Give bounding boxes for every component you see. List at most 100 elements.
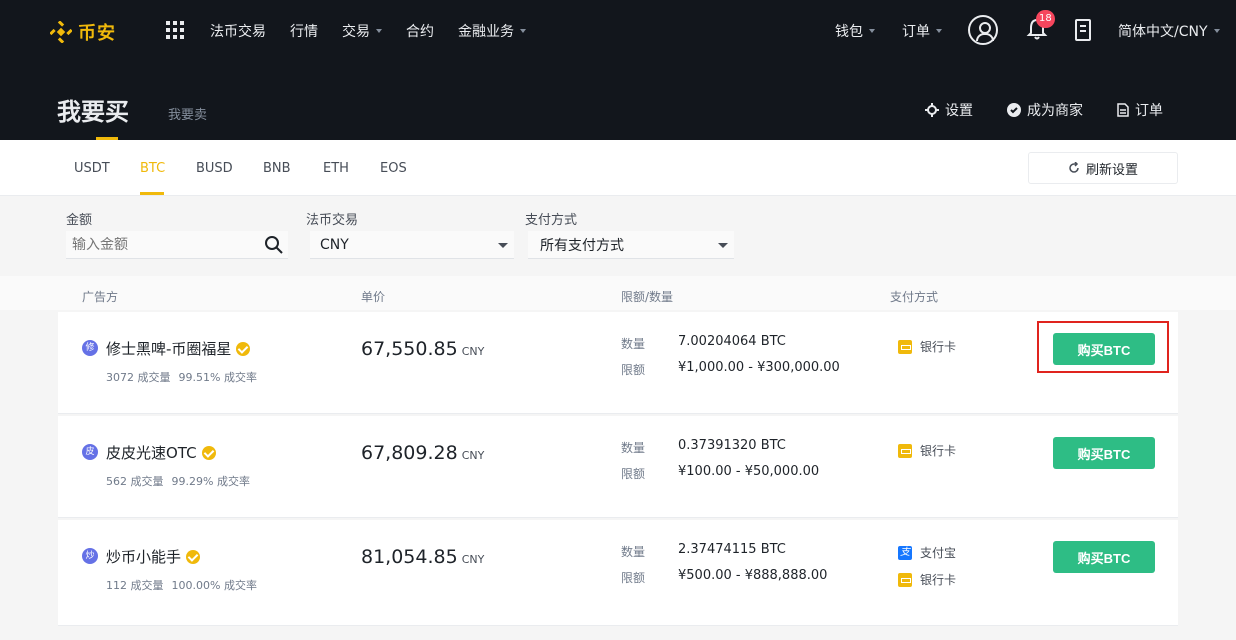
tab-buy[interactable]: 我要买: [57, 92, 129, 127]
binance-logo-icon: [50, 21, 72, 43]
tab-usdt[interactable]: USDT: [74, 161, 110, 176]
avatar: 皮: [82, 444, 98, 460]
amount-label: 金额: [66, 213, 93, 228]
binance-logo[interactable]: 币安: [50, 19, 116, 45]
main-nav: 法币交易 行情 交易 合约 金融业务: [210, 0, 550, 62]
quantity-value: 0.37391320 BTC: [678, 438, 786, 453]
amount-field[interactable]: [66, 231, 288, 259]
quantity-label: 数量: [621, 337, 646, 351]
nav-item-markets[interactable]: 行情: [290, 21, 318, 41]
hero-actions: 设置 成为商家 订单: [891, 100, 1163, 120]
refresh-icon: [1069, 162, 1079, 173]
gear-icon: [925, 103, 939, 117]
buy-btc-button[interactable]: 购买BTC: [1053, 541, 1155, 573]
nav-item-label: 法币交易: [210, 24, 266, 40]
tab-bnb[interactable]: BNB: [263, 161, 291, 176]
tab-sell[interactable]: 我要卖: [168, 104, 207, 123]
wallet-label: 钱包: [835, 24, 863, 40]
payment-method: 银行卡: [898, 338, 956, 355]
completion-rate: 99.29% 成交率: [171, 475, 250, 488]
payment-method: 银行卡: [898, 571, 956, 588]
tab-busd[interactable]: BUSD: [196, 161, 233, 176]
tab-eos[interactable]: EOS: [380, 161, 407, 176]
nav-item-futures[interactable]: 合约: [406, 21, 434, 41]
nav-item-finance[interactable]: 金融业务: [458, 21, 526, 41]
become-merchant-label: 成为商家: [1027, 103, 1083, 119]
table-row: 修 修士黑啤-币圈福星 3072 成交量 99.51% 成交率 67,550.85…: [58, 312, 1178, 414]
nav-item-label: 金融业务: [458, 24, 514, 40]
header-payment: 支付方式: [890, 290, 939, 304]
bank-card-icon: [898, 572, 912, 587]
header-limits: 限额/数量: [621, 290, 674, 304]
price-value: 67,809.28: [361, 442, 458, 464]
price-value: 67,550.85: [361, 338, 458, 360]
advertiser-stats: 3072 成交量 99.51% 成交率: [106, 369, 265, 385]
payment-method-label: 银行卡: [920, 573, 957, 587]
apps-grid-icon[interactable]: [166, 21, 184, 39]
refresh-settings-label: 刷新设置: [1085, 162, 1138, 178]
advertiser-name-text: 皮皮光速OTC: [106, 444, 197, 462]
advertiser-name[interactable]: 修士黑啤-币圈福星: [106, 338, 251, 359]
orders-menu[interactable]: 订单: [902, 21, 942, 41]
advertiser-name[interactable]: 皮皮光速OTC: [106, 442, 216, 463]
quantity-label: 数量: [621, 441, 646, 455]
advertiser-name[interactable]: 炒币小能手: [106, 546, 201, 567]
become-merchant-button[interactable]: 成为商家: [1007, 100, 1083, 120]
chevron-down-icon: [1213, 29, 1220, 33]
fiat-select[interactable]: CNY: [310, 231, 514, 259]
chevron-down-icon: [718, 243, 728, 248]
hero-orders-button[interactable]: 订单: [1117, 100, 1163, 120]
limit-value: ¥100.00 - ¥50,000.00: [678, 464, 820, 479]
quantity-value: 2.37474115 BTC: [678, 542, 786, 557]
buy-btc-button[interactable]: 购买BTC: [1053, 437, 1155, 469]
tab-btc[interactable]: BTC: [140, 161, 165, 176]
completion-rate: 100.00% 成交率: [171, 579, 257, 592]
payment-select[interactable]: 所有支付方式: [528, 231, 734, 259]
user-profile-icon[interactable]: [968, 15, 998, 45]
price-currency: CNY: [461, 449, 485, 462]
payment-method: 银行卡: [898, 442, 956, 459]
advertiser-name-text: 炒币小能手: [106, 548, 182, 566]
payment-method-label: 银行卡: [920, 340, 957, 354]
nav-item-fiat[interactable]: 法币交易: [210, 21, 266, 41]
refresh-settings-button[interactable]: 刷新设置: [1028, 152, 1178, 184]
limit-label: 限额: [621, 571, 646, 585]
tab-eth[interactable]: ETH: [323, 161, 349, 176]
language-currency-selector[interactable]: 简体中文/CNY: [1118, 21, 1220, 41]
active-tab-underline: [140, 192, 164, 195]
unit-price: 67,550.85 CNY: [361, 338, 484, 360]
highlight-annotation: [1037, 321, 1169, 373]
price-value: 81,054.85: [361, 546, 458, 568]
logo-text: 币安: [78, 23, 116, 44]
table-row: 炒 炒币小能手 112 成交量 100.00% 成交率 81,054.85 CNY …: [58, 520, 1178, 626]
nav-item-label: 合约: [406, 24, 434, 40]
alipay-icon: 支: [898, 545, 912, 560]
verified-icon: [1007, 103, 1021, 117]
bank-card-icon: [898, 443, 912, 458]
language-label: 简体中文/CNY: [1118, 24, 1208, 40]
top-navbar: 币安 法币交易 行情 交易 合约 金融业务 钱包 订单 18 简体中文/CNY: [0, 0, 1236, 62]
fiat-select-value: CNY: [320, 236, 349, 253]
avatar: 修: [82, 340, 98, 356]
limit-label: 限额: [621, 467, 646, 481]
nav-item-label: 行情: [290, 24, 318, 40]
nav-item-label: 交易: [342, 24, 370, 40]
wallet-menu[interactable]: 钱包: [835, 21, 875, 41]
unit-price: 81,054.85 CNY: [361, 546, 484, 568]
chevron-down-icon: [936, 29, 942, 33]
settings-button[interactable]: 设置: [925, 100, 973, 120]
search-icon[interactable]: [264, 235, 284, 255]
chevron-down-icon: [869, 29, 875, 33]
crypto-tabs: USDT BTC BUSD BNB ETH EOS 刷新设置: [0, 140, 1236, 196]
quantity-label: 数量: [621, 545, 646, 559]
nav-item-trade[interactable]: 交易: [342, 21, 382, 41]
price-currency: CNY: [461, 553, 485, 566]
price-currency: CNY: [461, 345, 485, 358]
amount-input[interactable]: [72, 236, 252, 253]
p2p-hero: 我要买 我要卖 设置 成为商家 订单: [0, 62, 1236, 140]
orders-label: 订单: [902, 24, 930, 40]
download-app-icon[interactable]: [1075, 19, 1091, 41]
payment-label: 支付方式: [525, 213, 578, 228]
header-advertiser: 广告方: [82, 290, 119, 304]
hero-orders-label: 订单: [1135, 103, 1163, 119]
